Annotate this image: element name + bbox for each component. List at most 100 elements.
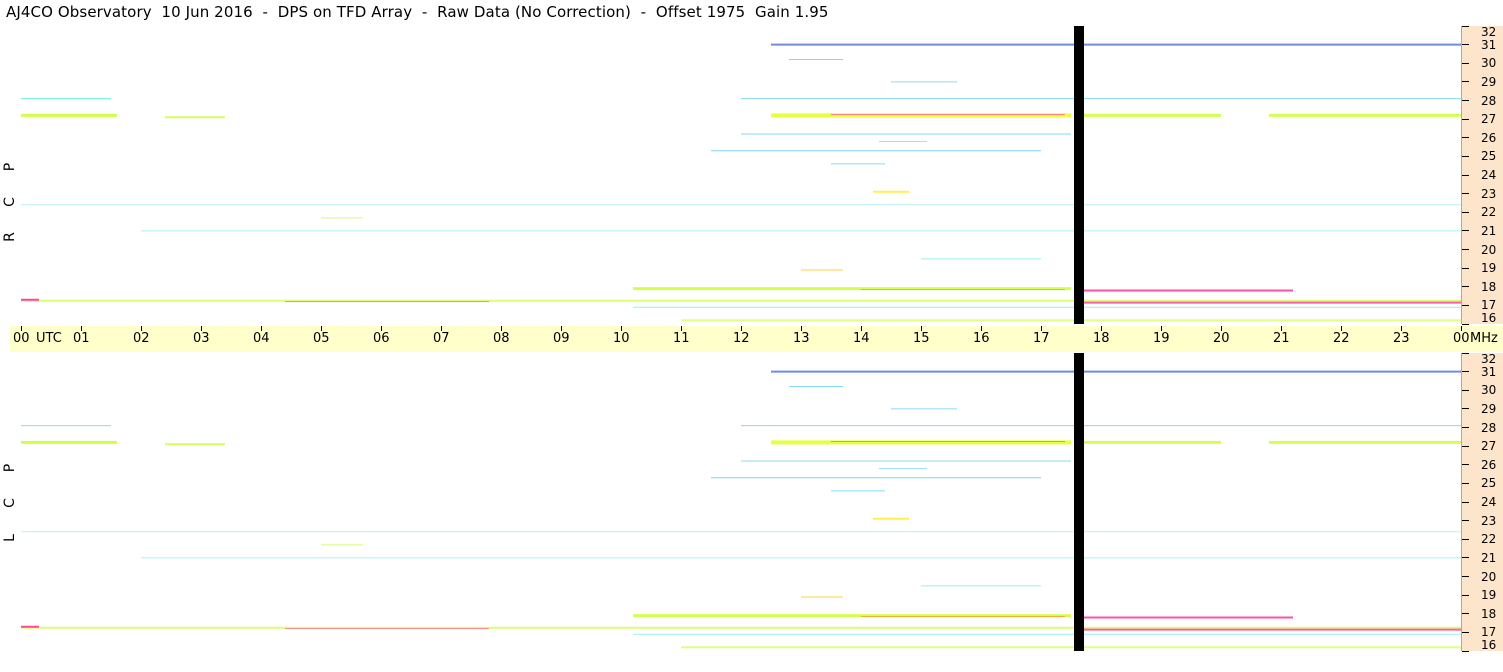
noise-burst [1299,26,1407,324]
time-tick-label: 18 [1093,331,1110,346]
frequency-tick-label: 23 [1481,186,1497,201]
time-tick-label: 15 [913,331,930,346]
frequency-tick [1462,304,1469,306]
polarization-letter: L [2,534,18,542]
frequency-tick [1462,408,1469,410]
frequency-tick [1462,482,1469,484]
frequency-tick [1462,100,1469,101]
lcp-frequency-axis: 32 31 30 29 28 27 26 25 24 23 22 21 20 19 18 17 16 [1461,352,1503,652]
frequency-tick [1462,249,1469,250]
frequency-tick-label: 26 [1481,130,1497,145]
time-tick-label: 16 [973,331,990,346]
frequency-tick [1462,538,1469,540]
frequency-tick-label: 30 [1481,56,1497,71]
frequency-unit-label: MHz [1470,331,1498,346]
frequency-tick [1462,211,1469,213]
data-gap-bar [1074,353,1084,651]
frequency-tick [1462,520,1469,522]
data-gap-bar [1074,26,1084,324]
frequency-tick-label: 32 [1481,25,1497,39]
frequency-tick-label: 24 [1481,168,1497,182]
time-tick-label: 00 [1453,331,1470,346]
rcp-frequency-axis: 32 31 30 29 28 27 26 25 24 23 22 21 20 19 18 17 16 [1461,25,1503,325]
time-tick-label: 23 [1393,331,1410,346]
frequency-tick-label: 26 [1481,457,1497,472]
frequency-tick [1462,650,1469,652]
frequency-tick-label: 23 [1481,513,1497,528]
frequency-tick-label: 25 [1481,476,1497,491]
polarization-letter: P [2,162,18,172]
time-tick-label: 10 [613,331,630,346]
frequency-tick [1462,352,1469,354]
noise-burst [1299,353,1407,651]
frequency-tick [1462,576,1469,577]
polarization-letter: C [2,197,18,207]
time-tick-label: 07 [433,331,450,346]
frequency-tick-label: 19 [1481,588,1497,603]
frequency-tick [1462,371,1469,373]
lcp-spectrogram-canvas [21,353,1461,651]
rcp-spectrogram [21,26,1461,324]
frequency-tick [1462,557,1469,559]
time-tick-label: 02 [133,331,150,346]
frequency-tick-label: 28 [1481,420,1497,435]
frequency-tick-label: 16 [1481,638,1497,652]
frequency-tick [1462,631,1469,633]
time-tick-label: 09 [553,331,570,346]
time-tick-label: 03 [193,331,210,346]
frequency-tick-label: 17 [1481,625,1497,640]
time-tick-label: 13 [793,331,810,346]
time-tick-label: 21 [1273,331,1290,346]
frequency-tick-label: 16 [1481,311,1497,325]
time-tick-label: 05 [313,331,330,346]
lcp-label-column: P C L [0,353,20,651]
frequency-tick-label: 25 [1481,149,1497,164]
frequency-tick-label: 24 [1481,495,1497,509]
frequency-tick [1462,445,1469,447]
polarization-letter: C [2,498,18,508]
frequency-tick [1462,613,1469,615]
time-tick-label: 19 [1153,331,1170,346]
frequency-tick-label: 20 [1481,569,1497,584]
time-tick-label: 20 [1213,331,1230,346]
frequency-tick-label: 17 [1481,298,1497,313]
frequency-tick-label: 29 [1481,74,1497,89]
time-tick-label: 04 [253,331,270,346]
time-tick-label: 11 [673,331,690,346]
frequency-tick-label: 19 [1481,261,1497,276]
frequency-tick [1462,81,1469,83]
frequency-tick [1462,44,1469,46]
frequency-tick-label: 18 [1481,606,1497,621]
frequency-tick [1462,137,1469,139]
frequency-tick-label: 31 [1481,37,1497,52]
frequency-tick-label: 21 [1481,223,1497,238]
frequency-tick-label: 27 [1481,112,1497,127]
frequency-tick-label: 22 [1481,532,1497,547]
frequency-tick [1462,118,1469,120]
frequency-tick [1462,230,1469,232]
time-tick-label: 22 [1333,331,1350,346]
frequency-tick [1462,501,1469,503]
frequency-tick [1462,174,1469,176]
lcp-spectrogram [21,353,1461,651]
frequency-tick [1462,427,1469,428]
frequency-tick [1462,323,1469,325]
frequency-tick-label: 31 [1481,364,1497,379]
spectrogram-shading [21,26,1461,324]
frequency-tick [1462,464,1469,466]
time-tick-label: 08 [493,331,510,346]
time-tick-label: 12 [733,331,750,346]
frequency-tick-label: 22 [1481,205,1497,220]
frequency-tick-label: 27 [1481,439,1497,454]
frequency-tick [1462,286,1469,288]
time-tick-label: 17 [1033,331,1050,346]
time-axis: 00 01 02 03 04 05 06 07 08 09 10 11 12 13 14 15 16 17 18 19… [10,326,1503,352]
frequency-tick [1462,594,1469,596]
time-tick-label: 00 [13,331,30,346]
frequency-tick [1462,267,1469,269]
frequency-tick [1462,389,1469,391]
frequency-tick-label: 30 [1481,383,1497,398]
chart-title: AJ4CO Observatory 10 Jun 2016 - DPS on T… [6,3,829,21]
frequency-tick-label: 32 [1481,352,1497,366]
frequency-tick [1462,193,1469,195]
